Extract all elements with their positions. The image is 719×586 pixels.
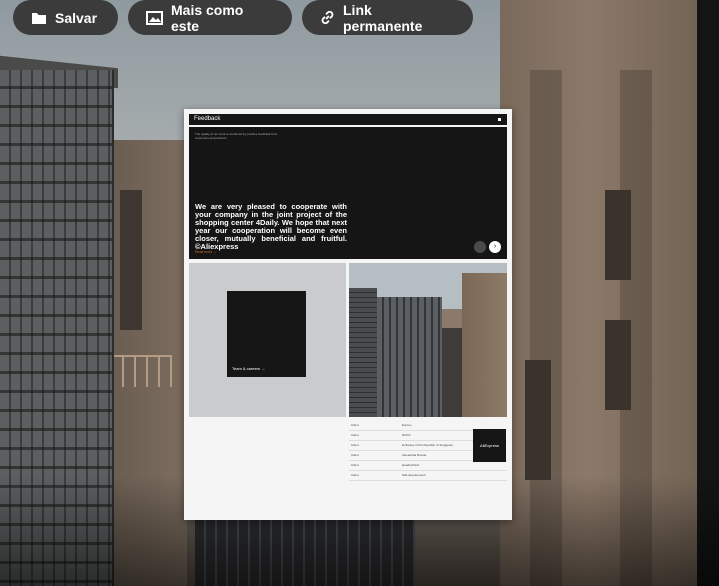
feedback-hero: The quality of our work is confirmed by …: [189, 127, 507, 259]
team-tile: Team & careers →: [189, 263, 346, 417]
permalink-label: Link permanente: [343, 1, 423, 34]
pin-toolbar: Salvar Mais como este Link permanente: [13, 0, 473, 35]
team-card[interactable]: Team & careers →: [227, 291, 306, 377]
prev-arrow-icon[interactable]: [474, 241, 486, 253]
team-card-label: Team & careers →: [232, 366, 266, 371]
more-like-this-label: Mais como este: [171, 1, 244, 34]
hero-quote: We are very pleased to cooperate with yo…: [195, 202, 347, 251]
table-row: Client Headsetfrind: [349, 461, 507, 471]
folder-icon: [32, 12, 46, 24]
menu-square-icon: [498, 118, 501, 121]
next-arrow-icon[interactable]: ›: [489, 241, 501, 253]
more-like-this-button[interactable]: Mais como este: [128, 0, 292, 35]
permalink-button[interactable]: Link permanente: [302, 0, 473, 35]
hero-intro-text: The quality of our work is confirmed by …: [195, 132, 278, 140]
link-icon: [321, 10, 334, 25]
read-more-link[interactable]: Read more →: [195, 250, 217, 254]
buildings-photo: [349, 263, 507, 417]
image-icon: [146, 10, 163, 25]
save-button-label: Salvar: [55, 9, 98, 26]
preview-header-title: Feedback: [194, 116, 221, 122]
preview-header: Feedback: [189, 114, 507, 125]
website-preview-card[interactable]: Feedback The quality of our work is conf…: [184, 109, 512, 520]
save-button[interactable]: Salvar: [13, 0, 118, 35]
aliexpress-badge: AliExpress: [473, 429, 506, 462]
table-row: Client Sab-development: [349, 471, 507, 481]
